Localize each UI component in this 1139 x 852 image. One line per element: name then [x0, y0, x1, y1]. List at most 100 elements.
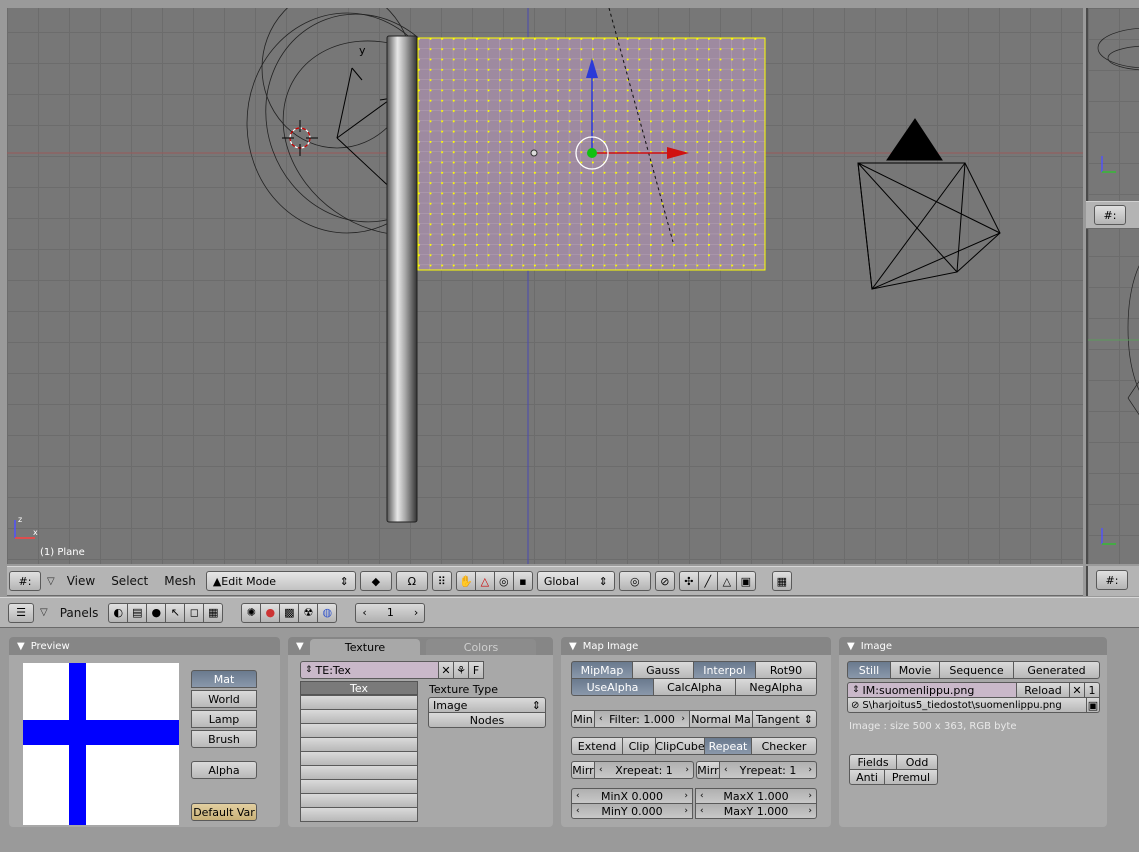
preview-lamp-button[interactable]: Lamp [191, 710, 257, 728]
extend-toggle[interactable]: Extend [571, 737, 623, 755]
increment-icon[interactable]: › [685, 765, 689, 775]
draw-type-icon[interactable]: ◆ [359, 571, 392, 591]
checker-toggle[interactable]: Checker [751, 737, 817, 755]
image-tab-sequence[interactable]: Sequence [939, 661, 1014, 679]
anti-toggle[interactable]: Anti [849, 769, 885, 785]
panel-header[interactable]: ▼ Image [839, 637, 1107, 655]
collapse-triangle-icon[interactable]: ▼ [296, 641, 304, 652]
collapse-menu-icon[interactable]: ▽ [38, 607, 50, 618]
window-type-icon[interactable]: #: [1096, 570, 1128, 590]
increment-icon[interactable]: › [808, 765, 812, 775]
texture-channel-slot[interactable] [300, 695, 418, 710]
min-toggle[interactable]: Min [571, 710, 595, 728]
reload-button[interactable]: Reload [1016, 682, 1070, 698]
repeat-toggle[interactable]: Repeat [704, 737, 752, 755]
mode-select[interactable]: ▲Edit Mode ⇕ [205, 571, 356, 591]
decrement-icon[interactable]: ‹ [700, 806, 704, 816]
menu-mesh[interactable]: Mesh [158, 574, 202, 588]
image-datablock[interactable]: ⇕ IM:suomenlippu.png [847, 682, 1017, 698]
vertex-select-icon[interactable]: ✣ [678, 571, 699, 591]
decrement-icon[interactable]: ‹ [576, 806, 580, 816]
translate-icon[interactable]: △ [474, 571, 495, 591]
texture-icon[interactable]: ▩ [279, 602, 300, 623]
increment-icon[interactable]: › [681, 714, 685, 724]
layer-icon[interactable]: ⠿ [431, 571, 452, 591]
odd-toggle[interactable]: Odd [896, 754, 938, 770]
decrement-icon[interactable]: ‹ [599, 765, 603, 775]
negalpha-toggle[interactable]: NegAlpha [735, 678, 817, 696]
filter-field[interactable]: ‹ Filter: 1.000 › [594, 710, 690, 728]
maxy-field[interactable]: ‹ MaxY 1.000 › [695, 803, 817, 819]
browse-icon[interactable]: ⇕ [852, 685, 860, 695]
orientation-select[interactable]: Global ⇕ [536, 571, 615, 591]
preview-brush-button[interactable]: Brush [191, 730, 257, 748]
collapse-triangle-icon[interactable]: ▼ [17, 641, 25, 652]
render-icon[interactable]: ▦ [771, 571, 792, 591]
nodes-button[interactable]: Nodes [428, 712, 546, 728]
fields-toggle[interactable]: Fields [849, 754, 897, 770]
collapse-triangle-icon[interactable]: ▼ [569, 641, 577, 652]
texture-channel-active[interactable]: Tex [300, 681, 418, 695]
decrement-icon[interactable]: ‹ [599, 714, 603, 724]
edge-select-icon[interactable]: ╱ [697, 571, 718, 591]
texture-channel-slot[interactable] [300, 723, 418, 738]
image-tab-still[interactable]: Still [847, 661, 891, 679]
editing-icon[interactable]: ◻ [184, 602, 205, 623]
snap-icon[interactable]: ⊘ [654, 571, 675, 591]
increment-icon[interactable]: › [808, 791, 812, 801]
texture-channel-slot[interactable] [300, 779, 418, 794]
texture-channel-stepper[interactable]: ‹ 1 › [355, 602, 426, 623]
menu-panels[interactable]: Panels [54, 606, 105, 620]
minx-field[interactable]: ‹ MinX 0.000 › [571, 788, 693, 804]
mirr-x-toggle[interactable]: Mirr [571, 761, 595, 779]
texture-datablock[interactable]: ⇕ TE:Tex [300, 661, 450, 679]
script-icon[interactable]: ▤ [127, 602, 148, 623]
default-var-button[interactable]: Default Var [191, 803, 257, 821]
lamp-icon[interactable]: ✺ [241, 602, 262, 623]
window-type-icon[interactable]: #: [9, 571, 41, 591]
yrepeat-field[interactable]: ‹ Yrepeat: 1 › [719, 761, 817, 779]
proportional-edit-icon[interactable]: ◎ [618, 571, 651, 591]
texture-channel-slot[interactable] [300, 807, 418, 822]
xrepeat-field[interactable]: ‹ Xrepeat: 1 › [594, 761, 694, 779]
image-tab-movie[interactable]: Movie [890, 661, 940, 679]
panel-header[interactable]: ▼ Preview [9, 637, 280, 655]
miny-field[interactable]: ‹ MinY 0.000 › [571, 803, 693, 819]
usealpha-toggle[interactable]: UseAlpha [571, 678, 654, 696]
menu-select[interactable]: Select [105, 574, 154, 588]
texture-channel-slot[interactable] [300, 709, 418, 724]
file-browse-icon[interactable]: ▣ [1086, 697, 1100, 713]
texture-channel-slot[interactable] [300, 751, 418, 766]
tab-colors[interactable]: Colors [426, 639, 536, 655]
texture-channel-slot[interactable] [300, 793, 418, 808]
mirr-y-toggle[interactable]: Mirr [696, 761, 720, 779]
occlude-icon[interactable]: ▣ [735, 571, 756, 591]
radiosity-icon[interactable]: ☢ [298, 602, 319, 623]
decrement-icon[interactable]: ‹ [724, 765, 728, 775]
texture-type-select[interactable]: Image ⇕ [428, 697, 546, 713]
decrement-icon[interactable]: ‹ [576, 791, 580, 801]
side-viewport[interactable] [1086, 8, 1139, 564]
texture-channel-slot[interactable] [300, 765, 418, 780]
pivot-point-icon[interactable]: Ω [395, 571, 428, 591]
world-icon[interactable]: ◍ [317, 602, 338, 623]
delete-texture-icon[interactable]: ✕ [438, 661, 454, 679]
calcalpha-toggle[interactable]: CalcAlpha [653, 678, 736, 696]
logic-icon[interactable]: ◐ [108, 602, 129, 623]
decrement-icon[interactable]: ‹ [700, 791, 704, 801]
premul-toggle[interactable]: Premul [884, 769, 938, 785]
tangent-select[interactable]: Tangent ⇕ [752, 710, 817, 728]
increment-icon[interactable]: › [808, 806, 812, 816]
clip-toggle[interactable]: Clip [622, 737, 656, 755]
rotate-icon[interactable]: ◎ [493, 571, 514, 591]
clipcube-toggle[interactable]: ClipCube [655, 737, 705, 755]
image-tab-generated[interactable]: Generated [1013, 661, 1100, 679]
preview-world-button[interactable]: World [191, 690, 257, 708]
user-count[interactable]: 1 [1084, 682, 1100, 698]
window-type-icon[interactable]: ☰ [8, 602, 34, 623]
texture-channel-slot[interactable] [300, 737, 418, 752]
hand-icon[interactable]: ✋ [455, 571, 476, 591]
fake-user-icon[interactable]: ⚘ [453, 661, 469, 679]
fake-flag-button[interactable]: F [468, 661, 484, 679]
mipmap-toggle[interactable]: MipMap [571, 661, 633, 679]
